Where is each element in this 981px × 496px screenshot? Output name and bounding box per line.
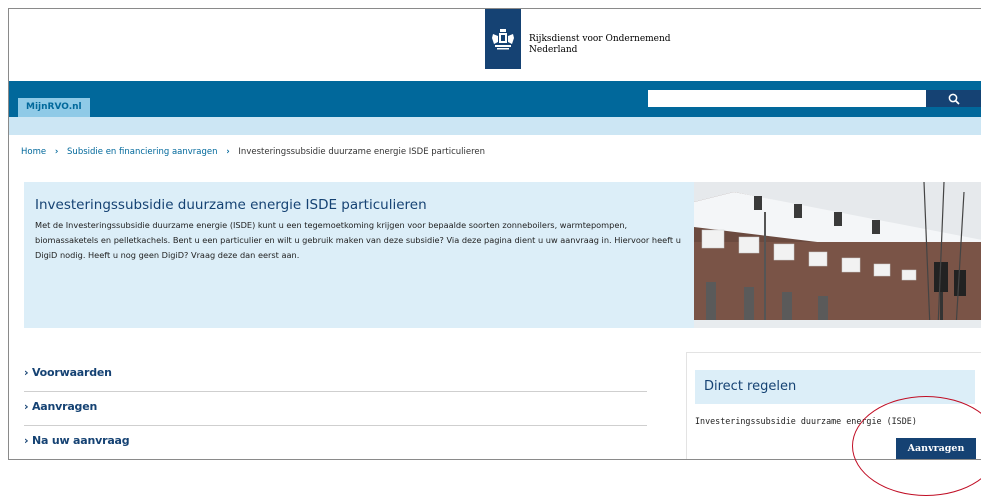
rijksoverheid-logo[interactable]	[485, 9, 521, 69]
search-icon	[948, 93, 960, 105]
chevron-right-icon: ›	[54, 147, 59, 157]
page-title: Investeringssubsidie duurzame energie IS…	[35, 197, 427, 213]
agency-name-line1: Rijksdienst voor Ondernemend	[529, 34, 671, 44]
hero-image-snowy-houses	[694, 182, 981, 328]
agency-name-line2: Nederland	[529, 45, 578, 55]
breadcrumb-home[interactable]: Home	[21, 147, 46, 157]
accordion-aanvragen[interactable]: › Aanvragen	[24, 392, 647, 426]
chevron-right-icon: ›	[226, 147, 230, 157]
direct-regelen-header: Direct regelen	[695, 370, 975, 404]
nav-sub-strip	[9, 117, 981, 135]
agency-name: Rijksdienst voor Ondernemend Nederland	[529, 34, 671, 56]
main-nav-bar: MijnRVO.nl	[9, 81, 981, 117]
hero-intro-text: Met de Investeringssubsidie duurzame ene…	[35, 220, 681, 260]
aanvragen-button[interactable]: Aanvragen	[896, 438, 976, 459]
search-input[interactable]	[648, 90, 926, 107]
direct-regelen-title: Direct regelen	[704, 379, 797, 394]
search-button[interactable]	[926, 90, 981, 107]
breadcrumb: Home › Subsidie en financiering aanvrage…	[21, 147, 485, 157]
site-header: Rijksdienst voor Ondernemend Nederland	[9, 9, 981, 81]
accordion-na-uw-aanvraag[interactable]: › Na uw aanvraag	[24, 426, 647, 459]
direct-regelen-box: Direct regelen Investeringssubsidie duur…	[686, 352, 981, 459]
tab-mijnrvo[interactable]: MijnRVO.nl	[18, 98, 90, 117]
hero-panel: Investeringssubsidie duurzame energie IS…	[24, 182, 694, 328]
direct-regelen-item: Investeringssubsidie duurzame energie (I…	[695, 416, 917, 426]
breadcrumb-current: Investeringssubsidie duurzame energie IS…	[238, 147, 486, 157]
accordion-label-voorwaarden: › Voorwaarden	[24, 366, 112, 379]
breadcrumb-subsidie[interactable]: Subsidie en financiering aanvragen	[67, 147, 217, 157]
accordion-label-aanvragen: › Aanvragen	[24, 400, 98, 413]
accordion-label-na-uw-aanvraag: › Na uw aanvraag	[24, 434, 130, 447]
browser-page: Rijksdienst voor Ondernemend Nederland M…	[8, 8, 981, 460]
accordion-voorwaarden[interactable]: › Voorwaarden	[24, 358, 647, 392]
coat-of-arms-icon	[492, 29, 514, 50]
